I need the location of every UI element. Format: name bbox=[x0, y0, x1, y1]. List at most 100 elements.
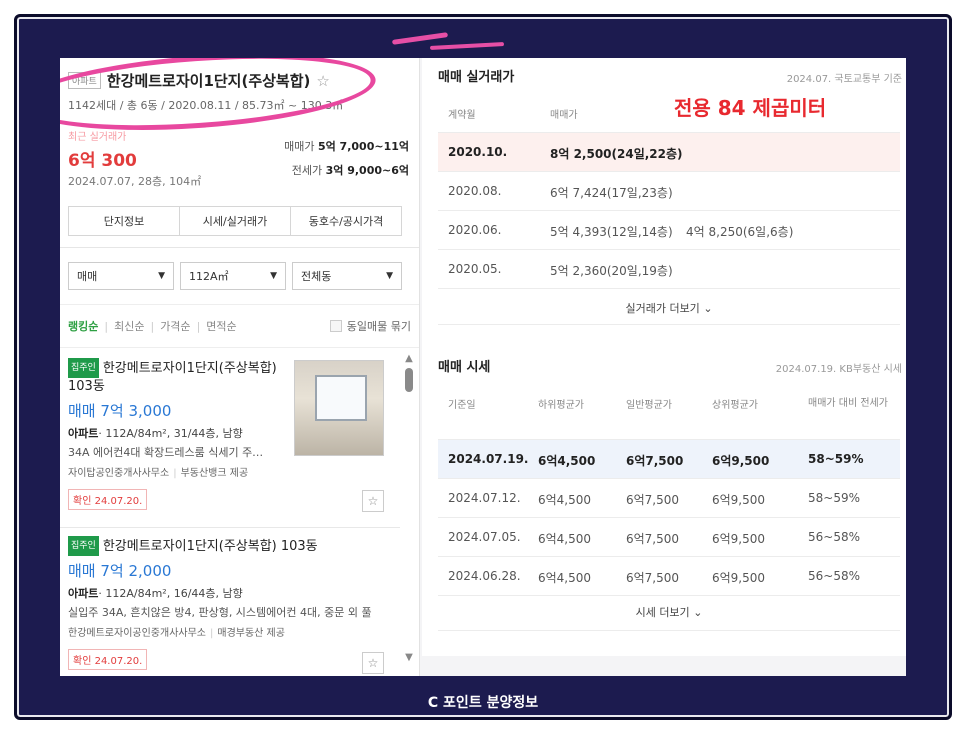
table-row[interactable]: 2024.07.12. 6억4,500 6억7,500 6억9,500 58~5… bbox=[438, 479, 900, 518]
cell-mid: 6억7,500 bbox=[626, 571, 680, 585]
tab-unit-price[interactable]: 동호수/공시가격 bbox=[291, 207, 401, 235]
header-ratio: 매매가 대비 전세가 bbox=[808, 398, 888, 409]
chevron-down-icon: ▼ bbox=[270, 271, 277, 281]
cell-month: 2020.06. bbox=[448, 223, 502, 237]
more-market-button[interactable]: 시세 더보기 ⌄ bbox=[438, 604, 900, 620]
list-item[interactable]: 집주인 한강메트로자이1단지(주상복합) 103동 매매 7억 2,000 아파트… bbox=[60, 536, 400, 676]
cell-high: 6억9,500 bbox=[712, 493, 766, 507]
cell-month: 2020.10. bbox=[448, 145, 508, 159]
scroll-up-icon[interactable]: ▲ bbox=[402, 353, 416, 364]
cell-ratio: 58~59% bbox=[808, 491, 860, 505]
cell-price: 6억 7,424(17일,23층) bbox=[550, 186, 673, 200]
divider: | bbox=[150, 319, 155, 333]
divider: | bbox=[210, 628, 214, 639]
agent-name: 한강메트로자이공인중개사사무소 bbox=[68, 628, 206, 639]
cell-low: 6억4,500 bbox=[538, 454, 596, 468]
listing-description: 실입주 34A, 흔치않은 방4, 판상형, 시스템에어컨 4대, 중문 외 풀 bbox=[68, 606, 372, 619]
price-panel: 매매 실거래가 2024.07. 국토교통부 기준 전용 84 제곱미터 계약월… bbox=[422, 58, 906, 676]
listing-description: 34A 에어컨4대 확장드레스룸 식세기 주… bbox=[68, 446, 264, 459]
favorite-star-icon[interactable]: ☆ bbox=[362, 490, 384, 512]
header-mid: 일반평균가 bbox=[626, 400, 672, 411]
complex-name: 한강메트로자이1단지(주상복합) bbox=[106, 72, 311, 90]
sale-range-label: 매매가 bbox=[284, 140, 315, 153]
cell-month: 2020.08. bbox=[448, 184, 502, 198]
cell-high: 6억9,500 bbox=[712, 532, 766, 546]
listing-photo[interactable] bbox=[294, 360, 384, 456]
header-date: 기준일 bbox=[448, 400, 476, 411]
listing-spec: 아파트· 112A/84m², 16/44층, 남향 bbox=[68, 585, 392, 601]
divider: | bbox=[196, 319, 201, 333]
cell-mid: 6억7,500 bbox=[626, 454, 684, 468]
listing-title-text: 한강메트로자이1단지(주상복합) 103동 bbox=[102, 539, 318, 554]
chevron-down-icon: ▼ bbox=[386, 271, 393, 281]
listing-title-text: 한강메트로자이1단지(주상복합) 103동 bbox=[68, 361, 277, 394]
table-row[interactable]: 2024.06.28. 6억4,500 6억7,500 6억9,500 56~5… bbox=[438, 557, 900, 596]
divider bbox=[438, 324, 900, 325]
recent-price-label: 최근 실거래가 bbox=[68, 132, 127, 143]
cell-price: 5억 4,393(12일,14층) bbox=[550, 225, 673, 239]
group-same-label: 동일매물 묶기 bbox=[346, 320, 411, 333]
market-source: 2024.07.19. KB부동산 시세 bbox=[775, 364, 902, 375]
confirm-badge: 확인 24.07.20. bbox=[68, 489, 148, 510]
star-icon[interactable]: ☆ bbox=[316, 72, 329, 90]
deal-type-value: 매매 bbox=[77, 270, 98, 283]
recent-price: 6억 300 bbox=[68, 151, 137, 171]
scroll-down-icon[interactable]: ▼ bbox=[402, 652, 416, 663]
listing-price: 매매 7억 2,000 bbox=[68, 562, 172, 580]
tab-complex-info[interactable]: 단지정보 bbox=[69, 207, 180, 235]
table-row[interactable]: 2024.07.19. 6억4,500 6억7,500 6억9,500 58~5… bbox=[438, 440, 900, 479]
complex-tabs: 단지정보 시세/실거래가 동호수/공시가격 bbox=[68, 206, 402, 236]
group-same-listings[interactable]: 동일매물 묶기 bbox=[329, 318, 411, 334]
caption: C 포인트 분양정보 bbox=[427, 695, 539, 711]
owner-tag: 집주인 bbox=[68, 536, 99, 556]
cell-month: 2020.05. bbox=[448, 262, 502, 276]
divider bbox=[438, 630, 900, 631]
cell-low: 6억4,500 bbox=[538, 493, 592, 507]
sort-ranking[interactable]: 랭킹순 bbox=[68, 318, 98, 334]
cell-ratio: 56~58% bbox=[808, 569, 860, 583]
tab-price-history[interactable]: 시세/실거래가 bbox=[180, 207, 291, 235]
provider-name: 부동산뱅크 제공 bbox=[180, 468, 249, 479]
listing-spec-type: 아파트 bbox=[68, 587, 99, 600]
scroll-thumb[interactable] bbox=[405, 368, 413, 392]
table-row[interactable]: 2020.08. 6억 7,424(17일,23층) bbox=[438, 172, 900, 211]
cell-low: 6억4,500 bbox=[538, 571, 592, 585]
complex-header: 아파트 한강메트로자이1단지(주상복합) ☆ 1142세대 / 총 6동 / 2… bbox=[60, 58, 419, 248]
transactions-source: 2024.07. 국토교통부 기준 bbox=[786, 74, 902, 85]
list-item[interactable]: 집주인 한강메트로자이1단지(주상복합) 103동 매매 7억 3,000 아파트… bbox=[60, 358, 400, 528]
chevron-down-icon: ⌄ bbox=[703, 302, 713, 315]
building-select[interactable]: 전체동 ▼ bbox=[292, 262, 402, 290]
complex-title-row: 아파트 한강메트로자이1단지(주상복합) ☆ bbox=[68, 70, 411, 91]
more-transactions-button[interactable]: 실거래가 더보기 ⌄ bbox=[438, 300, 900, 316]
table-row[interactable]: 2020.06. 5억 4,393(12일,14층) 4억 8,250(6일,6… bbox=[438, 211, 900, 250]
sort-area[interactable]: 면적순 bbox=[206, 318, 236, 334]
sale-range: 매매가 5억 7,000~11억 bbox=[284, 138, 409, 154]
sort-price[interactable]: 가격순 bbox=[160, 318, 190, 334]
screenshot-panel: 아파트 한강메트로자이1단지(주상복합) ☆ 1142세대 / 총 6동 / 2… bbox=[60, 58, 906, 676]
favorite-star-icon[interactable]: ☆ bbox=[362, 652, 384, 674]
table-row[interactable]: 2024.07.05. 6억4,500 6억7,500 6억9,500 56~5… bbox=[438, 518, 900, 557]
area-select[interactable]: 112A㎡ ▼ bbox=[180, 262, 286, 290]
scrollbar[interactable]: ▲ ▼ bbox=[402, 353, 416, 663]
chevron-down-icon: ⌄ bbox=[693, 606, 703, 619]
sort-latest[interactable]: 최신순 bbox=[114, 318, 144, 334]
checkbox[interactable] bbox=[329, 320, 342, 332]
deal-type-select[interactable]: 매매 ▼ bbox=[68, 262, 174, 290]
table-row[interactable]: 2020.05. 5억 2,360(20일,19층) bbox=[438, 250, 900, 289]
header-low: 하위평균가 bbox=[538, 400, 584, 411]
listing-agent: 자이탑공인중개사사무소 | 부동산뱅크 제공 bbox=[68, 464, 392, 479]
window-image bbox=[315, 375, 367, 421]
table-row[interactable]: 2020.10. 8억 2,500(24일,22층) bbox=[438, 133, 900, 172]
table-header: 기준일 하위평균가 일반평균가 상위평균가 매매가 대비 전세가 bbox=[438, 380, 900, 440]
cell-price-second: 4억 8,250(6일,6층) bbox=[686, 225, 794, 239]
cell-price: 5억 2,360(20일,19층) bbox=[550, 264, 673, 278]
cell-date: 2024.07.05. bbox=[448, 530, 521, 544]
cell-price: 8억 2,500(24일,22층) bbox=[550, 147, 683, 161]
recent-date: 2024.07.07, 28층, 104㎡ bbox=[68, 175, 202, 188]
cell-low: 6억4,500 bbox=[538, 532, 592, 546]
agent-name: 자이탑공인중개사사무소 bbox=[68, 468, 170, 479]
transactions-title: 매매 실거래가 bbox=[438, 70, 515, 85]
panel-footer bbox=[422, 656, 906, 676]
more-transactions-label: 실거래가 더보기 bbox=[625, 302, 700, 315]
sale-range-value: 5억 7,000~11억 bbox=[317, 140, 409, 153]
